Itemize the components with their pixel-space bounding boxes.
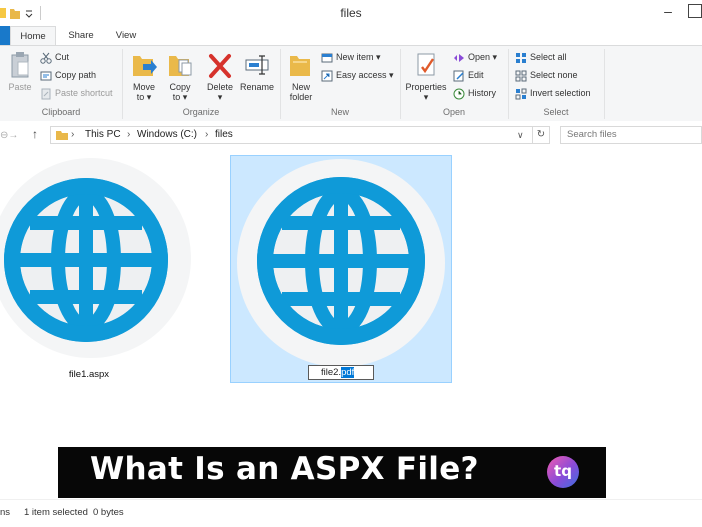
folder-icon [56, 131, 68, 140]
item-count: ns [0, 507, 11, 518]
edit-button[interactable]: Edit [453, 68, 484, 82]
forward-arrow-icon[interactable]: ⊖→ [0, 130, 18, 141]
copy-to-button[interactable]: Copy to ▾ [166, 50, 194, 102]
properties-button[interactable]: Properties ▾ [404, 50, 448, 102]
copy-path-icon [40, 71, 52, 81]
delete-button[interactable]: Delete ▾ [204, 50, 236, 102]
rename-button[interactable]: Rename [238, 50, 276, 92]
open-group-label: Open [442, 107, 466, 117]
new-folder-button[interactable]: New folder [286, 50, 316, 102]
banner-title: What Is an ASPX File? [90, 451, 479, 487]
tab-view[interactable]: View [108, 26, 144, 45]
ribbon-tabs: Home Share View [0, 26, 702, 45]
copy-folder-icon [169, 56, 192, 76]
paste-button[interactable]: Paste [6, 50, 34, 92]
breadcrumb-separator: › [205, 129, 209, 140]
rename-icon [245, 55, 269, 75]
breadcrumb-this-pc[interactable]: This PC [85, 127, 121, 143]
rename-input[interactable]: file2.pdf [308, 365, 374, 380]
delete-icon [209, 54, 231, 78]
select-all-button[interactable]: Select all [515, 50, 567, 64]
history-button[interactable]: History [453, 86, 496, 100]
address-bar[interactable]: › This PC › Windows (C:) › files ∨ [50, 126, 550, 144]
refresh-icon[interactable]: ↻ [532, 126, 550, 144]
up-arrow-icon[interactable]: ↑ [32, 127, 38, 141]
minimize-button[interactable]: – [658, 2, 678, 22]
properties-icon [417, 53, 435, 76]
globe-icon [237, 159, 445, 367]
breadcrumb-separator: › [71, 129, 75, 140]
copy-path-button[interactable]: Copy path [40, 68, 96, 82]
tab-home[interactable]: Home [10, 26, 56, 45]
open-button[interactable]: Open ▾ [453, 50, 497, 64]
move-folder-icon [133, 56, 157, 76]
paste-shortcut-icon [41, 88, 51, 100]
invert-selection-icon [515, 88, 527, 100]
organize-group-label: Organize [182, 107, 220, 117]
easy-access-button[interactable]: Easy access ▾ [321, 68, 394, 82]
select-none-button[interactable]: Select none [515, 68, 578, 82]
easy-access-icon [321, 70, 333, 82]
address-row: ⊖→ ↑ › This PC › Windows (C:) › files ∨ … [0, 121, 702, 150]
move-to-button[interactable]: Move to ▾ [130, 50, 158, 102]
select-group-label: Select [543, 107, 569, 117]
clipboard-icon [11, 52, 29, 78]
select-all-icon [516, 52, 526, 63]
edit-icon [453, 70, 464, 82]
search-input[interactable]: Search files [560, 126, 702, 144]
clipboard-group-label: Clipboard [41, 107, 81, 117]
window-title: files [340, 6, 362, 20]
tab-file[interactable] [0, 26, 10, 45]
breadcrumb-folder[interactable]: files [215, 127, 233, 143]
file-name: file1.aspx [68, 369, 110, 380]
address-dropdown-icon[interactable]: ∨ [517, 127, 524, 143]
file-item[interactable]: file1.aspx [0, 157, 192, 380]
maximize-button[interactable] [688, 4, 702, 18]
breadcrumb-separator: › [127, 129, 131, 140]
tab-share[interactable]: Share [62, 26, 100, 45]
cut-button[interactable]: Cut [40, 50, 69, 64]
invert-selection-button[interactable]: Invert selection [515, 86, 591, 100]
new-folder-icon [290, 56, 310, 76]
selected-extension: pdf [341, 367, 355, 378]
selection-status: 1 item selected [24, 507, 88, 518]
status-bar: ns 1 item selected 0 bytes [0, 499, 702, 527]
breadcrumb-drive[interactable]: Windows (C:) [137, 127, 197, 143]
new-item-button[interactable]: New item ▾ [321, 50, 381, 64]
new-group-label: New [330, 107, 349, 117]
ribbon-separator [604, 49, 605, 119]
selection-size: 0 bytes [93, 507, 124, 518]
select-none-icon [515, 70, 527, 82]
new-item-icon [321, 53, 333, 63]
open-icon [454, 53, 464, 62]
banner: What Is an ASPX File? tq [58, 447, 606, 498]
title-bar: files – [0, 0, 702, 27]
ribbon: Paste Cut Copy path Paste shortcut Clipb… [0, 45, 702, 123]
globe-icon [0, 158, 191, 358]
history-icon [453, 88, 465, 100]
file-item-selected[interactable] [230, 155, 452, 383]
brand-logo: tq [547, 456, 579, 488]
scissors-icon [40, 52, 52, 64]
paste-shortcut-button[interactable]: Paste shortcut [40, 86, 113, 100]
